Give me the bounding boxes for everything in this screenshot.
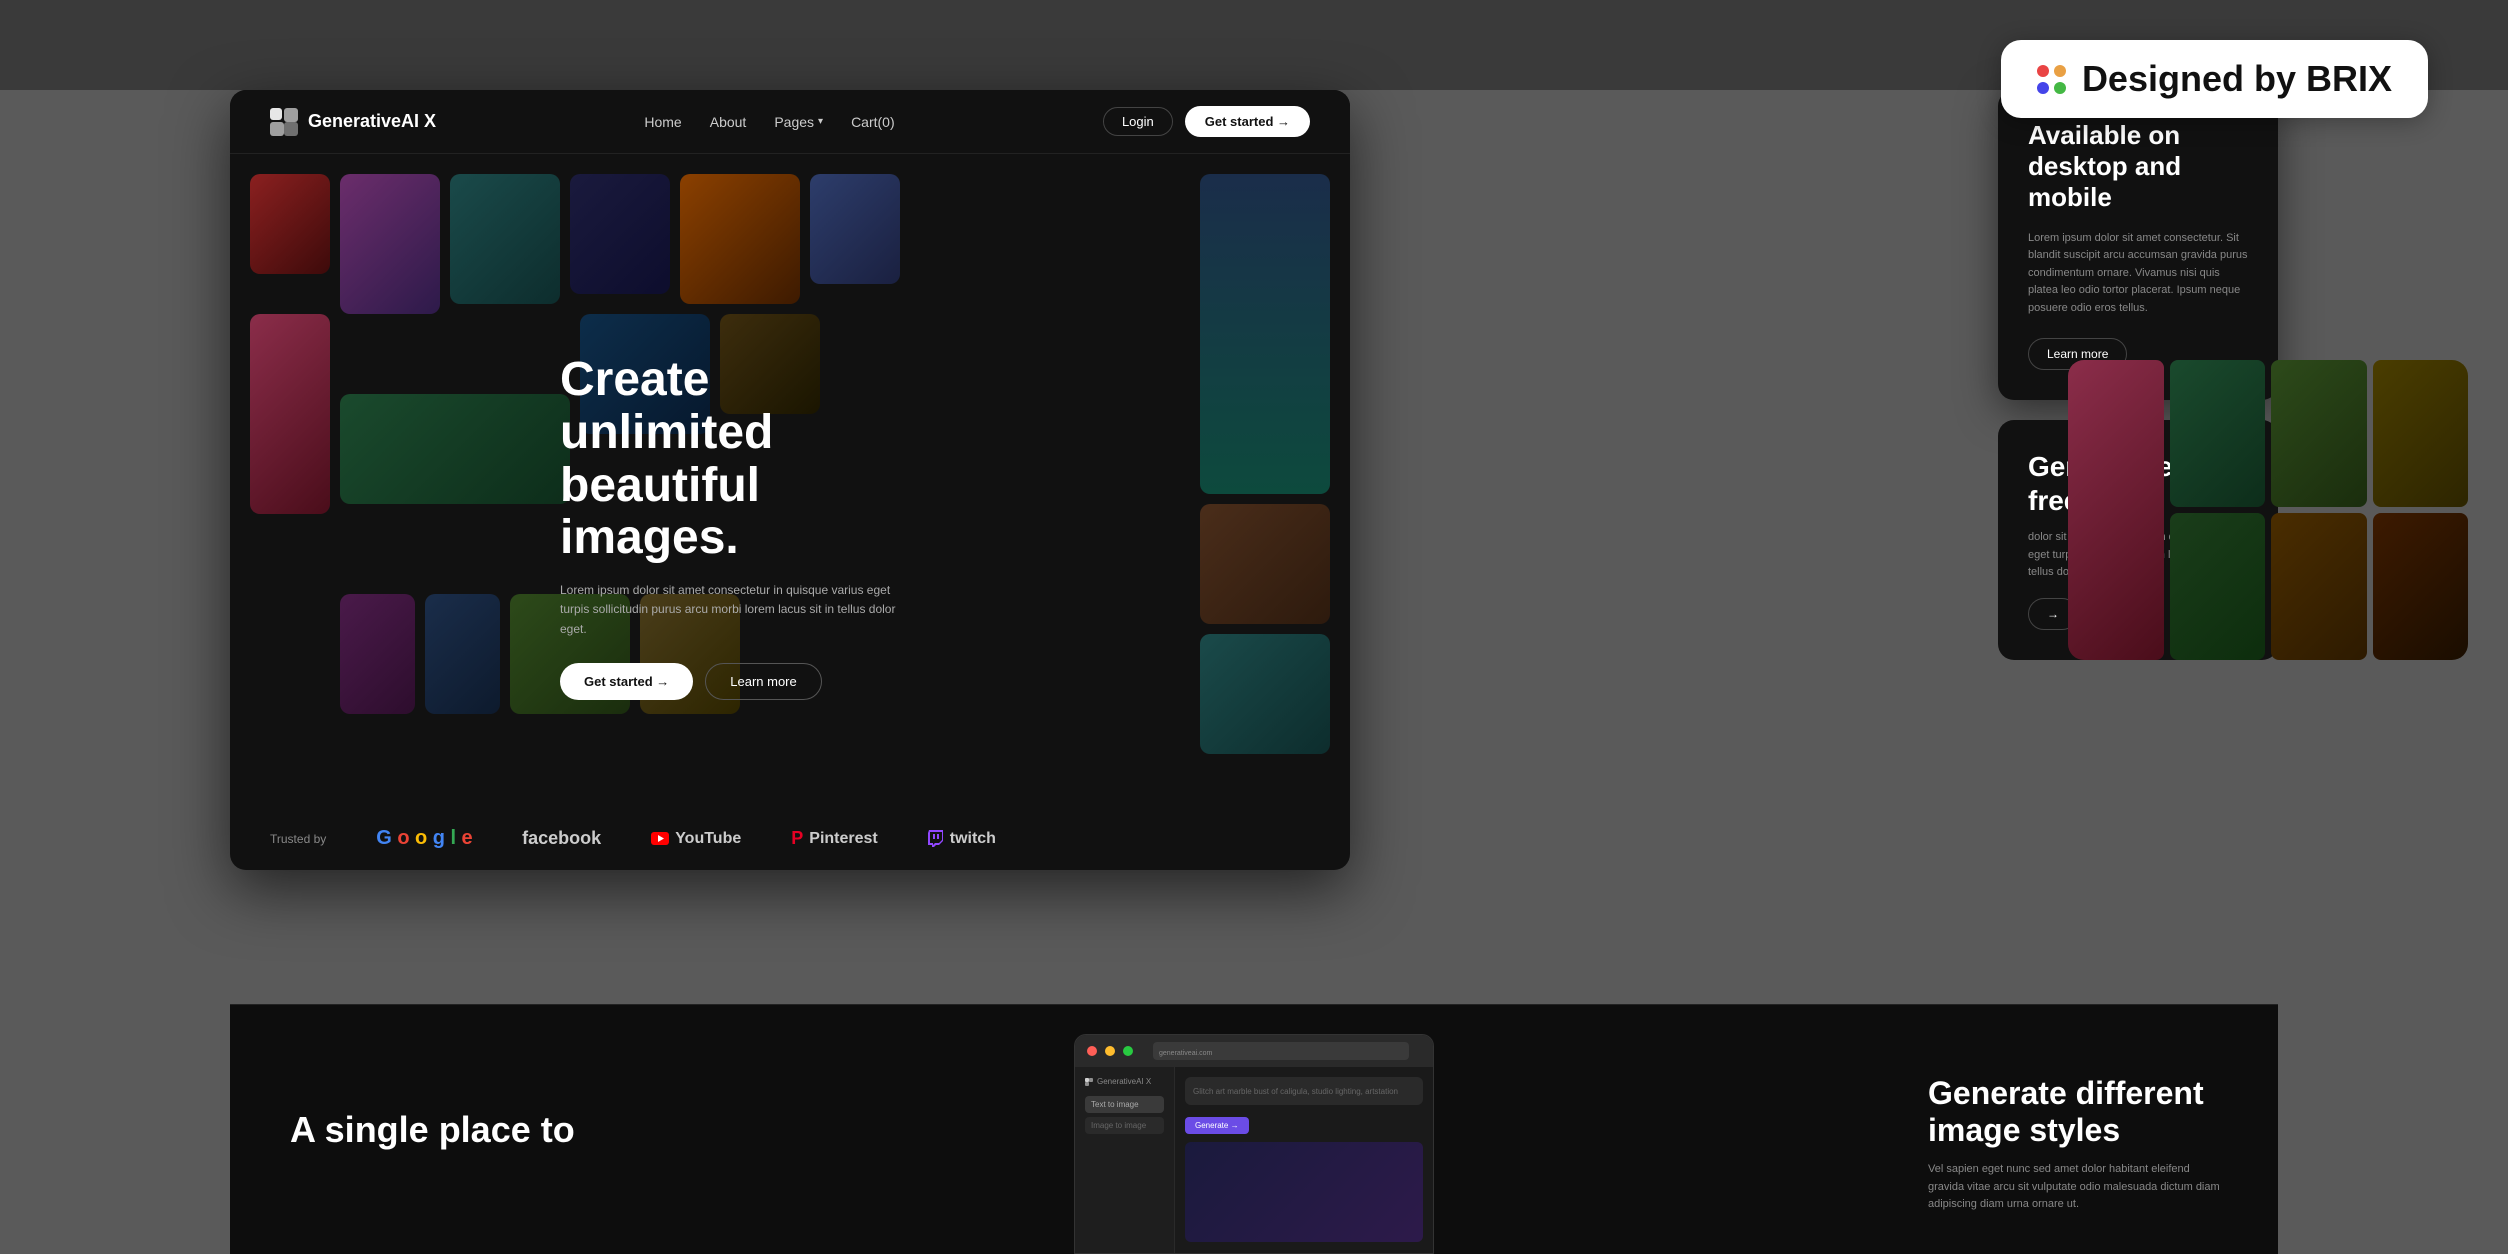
desktop-mobile-text: Lorem ipsum dolor sit amet consectetur. … [2028,230,2248,318]
trusted-label: Trusted by [270,832,326,846]
gallery-image-4 [2373,360,2469,507]
hero-image-4 [570,174,670,294]
gallery-image-3 [2271,360,2367,507]
twitch-icon [928,830,944,847]
hero-image-8 [340,394,570,504]
brix-dot-green [2054,82,2066,94]
hero-image-3 [450,174,560,304]
logo-text: GenerativeAI X [308,111,436,132]
hero-title: Create unlimited beautiful images. [560,354,920,565]
nav-logo: GenerativeAI X [270,108,436,136]
hero-learn-more-button[interactable]: Learn more [705,663,821,700]
brix-badge: Designed by BRIX [2001,40,2428,118]
mockup-generate-button[interactable]: Generate → [1185,1117,1249,1134]
mockup-image-preview [1185,1142,1423,1242]
mockup-prompt-input[interactable]: Glitch art marble bust of caligula, stud… [1185,1077,1423,1105]
bottom-left-title: A single place to [290,1109,590,1151]
get-started-button[interactable]: Get started → [1185,106,1310,137]
desktop-mobile-title: Available on desktop and mobile [2028,120,2248,214]
bottom-right-title: Generate different image styles [1928,1075,2228,1149]
minimize-dot [1105,1046,1115,1056]
url-text: generativeai.com [1153,1050,1218,1057]
brix-dots-icon [2037,65,2066,94]
mockup-sidebar-text-to-image[interactable]: Text to image [1085,1096,1164,1113]
free-button-arrow: → [2047,607,2059,621]
hero-image-5 [680,174,800,304]
hero-subtitle: Lorem ipsum dolor sit amet consectetur i… [560,581,920,639]
brix-dot-orange [2054,65,2066,77]
hero-image-11 [340,594,415,714]
gallery-image-5 [2170,513,2266,660]
gallery-image-2 [2170,360,2266,507]
url-bar: generativeai.com [1153,1042,1409,1060]
youtube-logo: YouTube [651,830,741,848]
hero-text-block: Create unlimited beautiful images. Lorem… [560,354,920,700]
gallery-image-1 [2068,360,2164,660]
hero-buttons: Get started → Learn more [560,663,920,700]
mockup-sidebar-image-to-image[interactable]: Image to image [1085,1117,1164,1134]
pinterest-logo: PPinterest [791,828,877,849]
nav-home[interactable]: Home [644,114,681,130]
nav-bar: GenerativeAI X Home About Pages ▾ Cart(0… [230,90,1350,154]
bottom-right-block: Generate different image styles Vel sapi… [1928,1075,2228,1214]
gallery-image-6 [2271,513,2367,660]
nav-pages-dropdown[interactable]: Pages ▾ [774,114,823,130]
facebook-logo: facebook [522,828,601,849]
nav-about[interactable]: About [710,114,747,130]
mockup-logo: GenerativeAI X [1085,1077,1164,1086]
nav-pages-label: Pages [774,114,814,130]
desktop-mobile-panel: Available on desktop and mobile Lorem ip… [1998,90,2278,400]
mockup-logo-icon [1085,1078,1093,1086]
hero-image-right-2 [1200,504,1330,624]
brix-dot-blue [2037,82,2049,94]
hero-image-6 [810,174,900,284]
hero-image-right-1 [1200,174,1330,494]
maximize-dot [1123,1046,1133,1056]
mockup-body: GenerativeAI X Text to image Image to im… [1075,1067,1433,1254]
nav-actions: Login Get started → [1103,106,1310,137]
bottom-left-block: A single place to [290,1109,590,1151]
hero-image-right-3 [1200,634,1330,754]
mockup-sidebar: GenerativeAI X Text to image Image to im… [1075,1067,1175,1254]
browser-window: GenerativeAI X Home About Pages ▾ Cart(0… [230,90,1350,870]
gallery-overlay [2068,360,2468,660]
bottom-mockup: generativeai.com GenerativeAI X Text to … [1074,1034,1434,1254]
mockup-top-bar: generativeai.com [1075,1035,1433,1067]
gallery-image-7 [2373,513,2469,660]
mockup-main-area: Glitch art marble bust of caligula, stud… [1175,1067,1433,1254]
brix-badge-label: Designed by BRIX [2082,58,2392,100]
hero-image-1 [250,174,330,274]
hero-image-7 [250,314,330,514]
login-button[interactable]: Login [1103,107,1173,136]
hero-image-2 [340,174,440,314]
hero-image-12 [425,594,500,714]
hero-section: Create unlimited beautiful images. Lorem… [230,154,1350,870]
mockup-prompt-text: Glitch art marble bust of caligula, stud… [1193,1087,1398,1096]
mockup-logo-text: GenerativeAI X [1097,1077,1151,1086]
close-dot [1087,1046,1097,1056]
hero-get-started-button[interactable]: Get started → [560,663,693,700]
brix-dot-red [2037,65,2049,77]
twitch-logo: twitch [928,830,996,848]
trusted-by-bar: Trusted by Google facebook YouTube PPint… [230,827,1350,850]
youtube-icon [651,832,669,845]
google-logo: Google [376,827,472,850]
logo-icon [270,108,298,136]
bottom-right-text: Vel sapien eget nunc sed amet dolor habi… [1928,1161,2228,1214]
nav-cart[interactable]: Cart(0) [851,114,895,130]
nav-links: Home About Pages ▾ Cart(0) [644,114,894,130]
chevron-down-icon: ▾ [818,116,823,127]
